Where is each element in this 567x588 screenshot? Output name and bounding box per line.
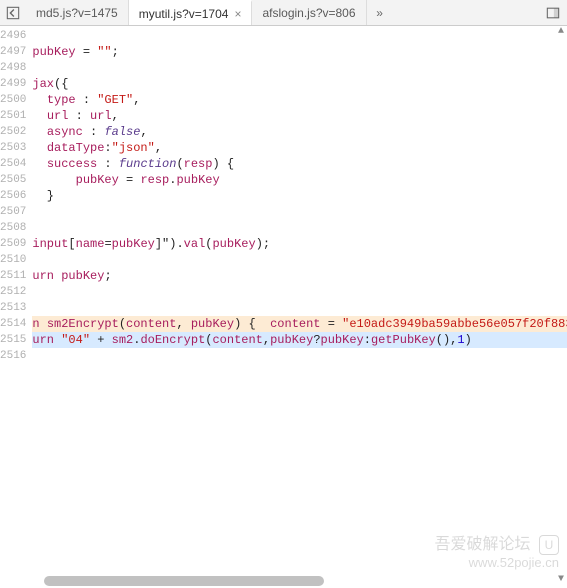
code-editor[interactable]: 2496249724982499250025012502250325042505… [0,26,567,588]
tab-history-back[interactable] [0,0,26,25]
line-number-gutter: 2496249724982499250025012502250325042505… [0,26,32,588]
code-line[interactable] [32,284,567,300]
tab-label: myutil.js?v=1704 [139,7,229,21]
code-line[interactable]: type : "GET", [32,92,567,108]
scroll-up-button[interactable]: ▲ [555,26,567,40]
line-number: 2515 [0,332,26,348]
tabs-overflow-glyph: » [376,6,383,20]
tab-2[interactable]: afslogin.js?v=806 [252,0,366,25]
code-line[interactable]: pubKey = ""; [32,44,567,60]
tab-label: afslogin.js?v=806 [262,6,355,20]
code-line[interactable] [32,300,567,316]
code-line[interactable]: pubKey = resp.pubKey [32,172,567,188]
line-number: 2511 [0,268,26,284]
code-line[interactable]: n sm2Encrypt(content, pubKey) { content … [32,316,567,332]
line-number: 2500 [0,92,26,108]
line-number: 2510 [0,252,26,268]
line-number: 2503 [0,140,26,156]
line-number: 2497 [0,44,26,60]
code-line[interactable]: async : false, [32,124,567,140]
code-line[interactable] [32,204,567,220]
close-icon[interactable]: × [234,7,241,21]
line-number: 2509 [0,236,26,252]
code-line[interactable] [32,348,567,364]
line-number: 2512 [0,284,26,300]
code-line[interactable] [32,28,567,44]
tab-bar: md5.js?v=1475 myutil.js?v=1704 × afslogin.j… [0,0,567,26]
code-line[interactable]: urn "04" + sm2.doEncrypt(content,pubKey?… [32,332,567,348]
line-number: 2501 [0,108,26,124]
toggle-panel-button[interactable] [539,0,567,25]
tab-0[interactable]: md5.js?v=1475 [26,0,129,25]
line-number: 2514 [0,316,26,332]
code-content[interactable]: pubKey = ""; jax({ type : "GET", url : ur… [32,26,567,588]
code-line[interactable] [32,220,567,236]
horizontal-scrollbar[interactable] [40,576,553,586]
code-line[interactable] [32,60,567,76]
code-line[interactable]: input[name=pubKey]").val(pubKey); [32,236,567,252]
scroll-down-button[interactable]: ▼ [555,574,567,588]
line-number: 2496 [0,28,26,44]
line-number: 2508 [0,220,26,236]
code-line[interactable]: jax({ [32,76,567,92]
horizontal-scrollbar-thumb[interactable] [44,576,324,586]
code-line[interactable] [32,252,567,268]
code-line[interactable]: success : function(resp) { [32,156,567,172]
line-number: 2504 [0,156,26,172]
code-line[interactable]: dataType:"json", [32,140,567,156]
line-number: 2507 [0,204,26,220]
line-number: 2502 [0,124,26,140]
tabs-overflow-button[interactable]: » [367,0,393,25]
code-line[interactable]: url : url, [32,108,567,124]
line-number: 2506 [0,188,26,204]
vertical-scrollbar[interactable]: ▲ ▼ [555,26,567,588]
line-number: 2498 [0,60,26,76]
line-number: 2505 [0,172,26,188]
line-number: 2513 [0,300,26,316]
tab-1[interactable]: myutil.js?v=1704 × [129,0,253,25]
line-number: 2499 [0,76,26,92]
code-line[interactable]: urn pubKey; [32,268,567,284]
code-line[interactable]: } [32,188,567,204]
line-number: 2516 [0,348,26,364]
tab-label: md5.js?v=1475 [36,6,118,20]
